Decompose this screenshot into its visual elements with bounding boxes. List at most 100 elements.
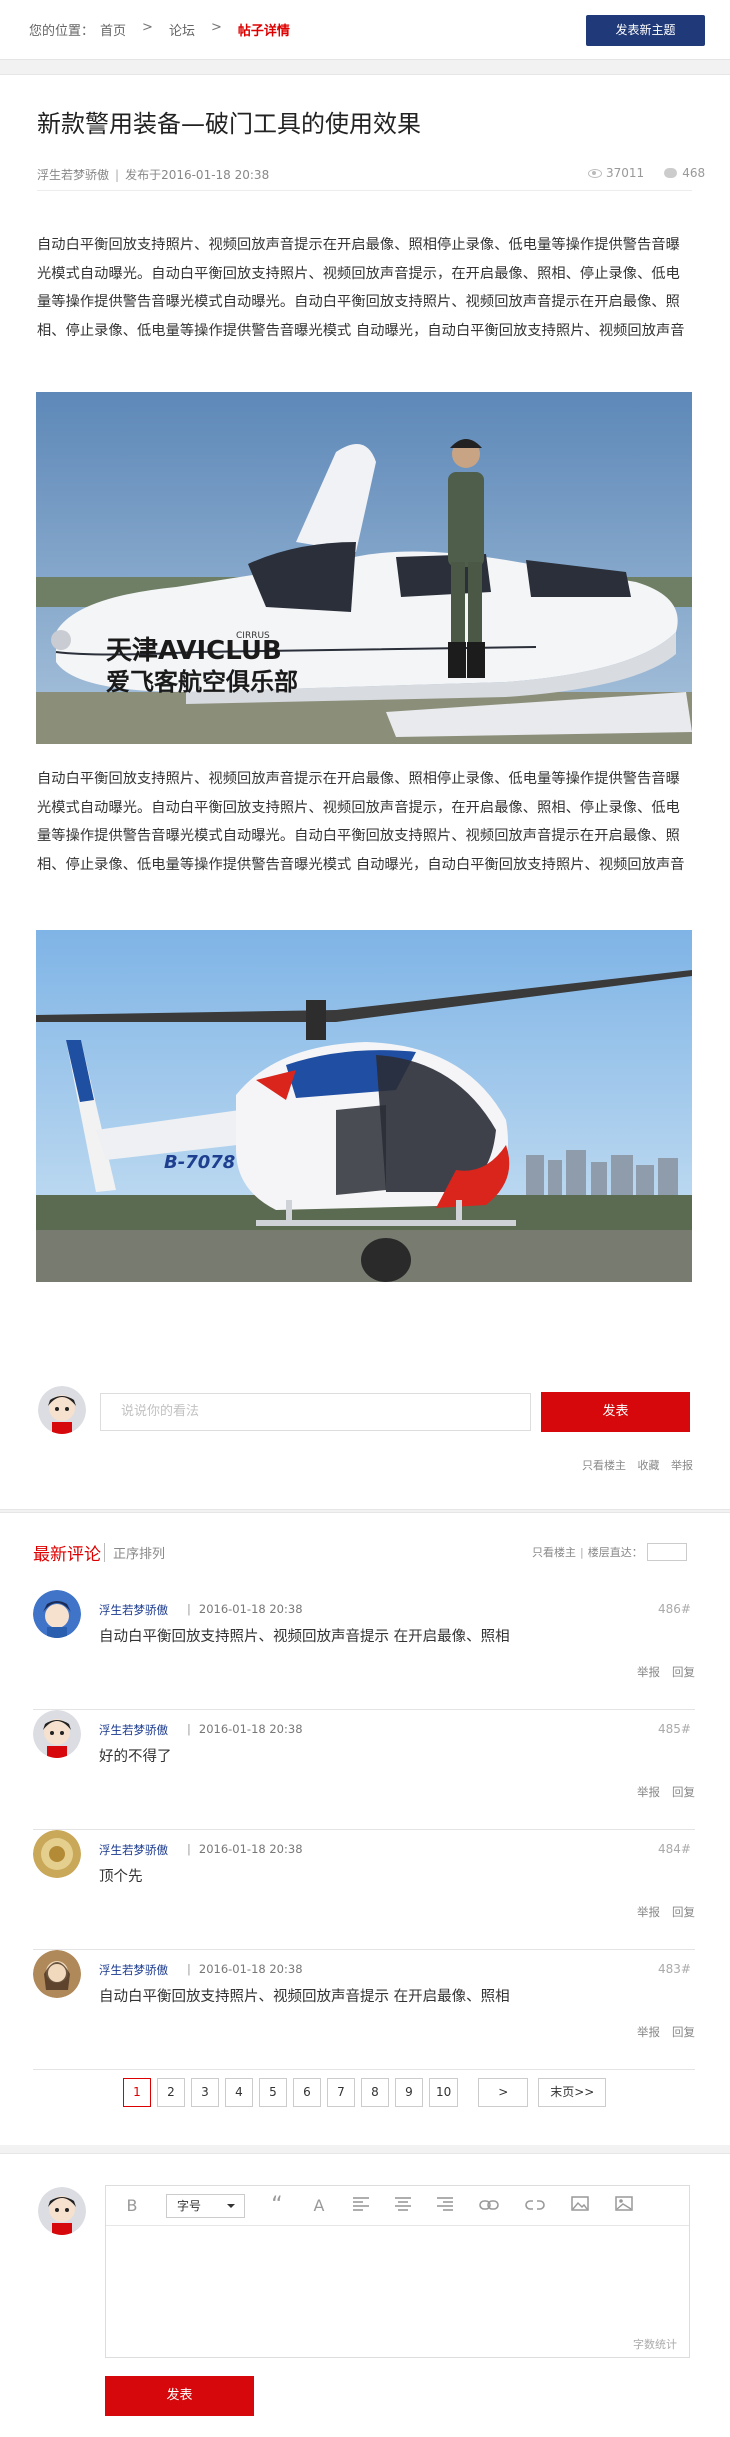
page-button[interactable]: 4 — [225, 2078, 253, 2107]
filter-divider: | — [580, 1545, 584, 1559]
comment-user[interactable]: 浮生若梦骄傲 — [99, 1842, 168, 1858]
comments-title: 最新评论 — [33, 1545, 101, 1565]
next-page-button[interactable]: > — [478, 2078, 529, 2107]
breadcrumb: 您的位置： 首页 > 论坛 > 帖子详情 — [29, 20, 290, 39]
breadcrumb-home[interactable]: 首页 — [100, 20, 126, 39]
goto-floor-label: 楼层直达： — [587, 1546, 643, 1559]
comment-user[interactable]: 浮生若梦骄傲 — [99, 1602, 168, 1618]
user-avatar — [38, 2187, 86, 2235]
image-upload-icon[interactable] — [615, 2196, 633, 2215]
breadcrumb-forum[interactable]: 论坛 — [169, 20, 195, 39]
reply-link[interactable]: 回复 — [672, 1905, 695, 1919]
report-link[interactable]: 举报 — [671, 1459, 693, 1472]
post-actions: 只看楼主 收藏 举报 — [574, 1457, 693, 1473]
comment-item: 浮生若梦骄傲 2016-01-18 20:38 484# 顶个先 举报回复 — [33, 1830, 695, 1950]
comment-text: 自动白平衡回放支持照片、视频回放声音提示 在开启最像、照相 — [99, 1629, 510, 1645]
reply-link[interactable]: 回复 — [672, 1665, 695, 1679]
align-left-icon[interactable] — [353, 2196, 369, 2215]
plane-brand-text: CIRRUS — [236, 631, 270, 641]
word-count: 字数统计 — [633, 2338, 677, 2351]
breadcrumb-separator: > — [210, 20, 222, 35]
align-right-icon[interactable] — [437, 2196, 453, 2215]
comment-filter: 只看楼主 | 楼层直达： — [532, 1543, 687, 1561]
last-page-button[interactable]: 末页>> — [538, 2078, 607, 2107]
eye-icon — [588, 168, 602, 178]
quote-icon[interactable]: “ — [269, 2193, 285, 2218]
pagination: 1 2 3 4 5 6 7 8 9 10 > 末页>> — [123, 2078, 607, 2107]
commenter-avatar — [33, 1590, 81, 1638]
goto-floor-input[interactable] — [646, 1543, 687, 1561]
post-title: 新款警用装备—破门工具的使用效果 — [37, 110, 421, 138]
comment-input-box[interactable] — [100, 1393, 531, 1431]
page-button[interactable]: 3 — [191, 2078, 219, 2107]
reply-link[interactable]: 回复 — [672, 2025, 695, 2039]
comment-date: 2016-01-18 20:38 — [187, 1842, 303, 1856]
post-image-helicopter: B-7078 — [36, 930, 692, 1282]
comment-date: 2016-01-18 20:38 — [187, 1962, 303, 1976]
helicopter-registration: B-7078 — [164, 1152, 235, 1173]
post-paragraph: 自动白平衡回放支持照片、视频回放声音提示在开启最像、照相停止录像、低电量等操作提… — [37, 771, 685, 873]
plane-livery-subtext: 爱飞客航空俱乐部 — [106, 668, 298, 696]
commenter-avatar — [33, 1710, 81, 1758]
breadcrumb-label: 您的位置： — [29, 24, 95, 39]
comment-ops: 举报 回复 — [625, 1664, 695, 1680]
page-button[interactable]: 8 — [361, 2078, 389, 2107]
comment-text: 自动白平衡回放支持照片、视频回放声音提示 在开启最像、照相 — [99, 1989, 510, 2005]
user-avatar — [38, 1386, 86, 1434]
page-button[interactable]: 2 — [157, 2078, 185, 2107]
comment-floor: 486# — [658, 1602, 691, 1616]
link-icon[interactable] — [479, 2196, 499, 2215]
report-link[interactable]: 举报 — [637, 1785, 660, 1799]
page-button[interactable]: 9 — [395, 2078, 423, 2107]
post-author[interactable]: 浮生若梦骄傲 — [37, 168, 109, 182]
unlink-icon[interactable] — [525, 2196, 545, 2215]
report-link[interactable]: 举报 — [637, 1665, 660, 1679]
report-link[interactable]: 举报 — [637, 1905, 660, 1919]
report-link[interactable]: 举报 — [637, 2025, 660, 2039]
comment-input[interactable] — [121, 1404, 530, 1419]
comment-user[interactable]: 浮生若梦骄傲 — [99, 1962, 168, 1978]
new-topic-button[interactable]: 发表新主题 — [586, 15, 705, 46]
only-owner-link[interactable]: 只看楼主 — [532, 1544, 576, 1560]
page-button[interactable]: 10 — [429, 2078, 459, 2107]
comment-floor: 483# — [658, 1962, 691, 1976]
page-button[interactable]: 7 — [327, 2078, 355, 2107]
meta-divider: | — [115, 168, 120, 182]
only-owner-link[interactable]: 只看楼主 — [582, 1459, 626, 1472]
breadcrumb-separator: > — [142, 20, 153, 35]
post-image-plane: 天津AVICLUB 爱飞客航空俱乐部 CIRRUS — [36, 392, 692, 744]
comment-user[interactable]: 浮生若梦骄傲 — [99, 1722, 168, 1738]
reply-link[interactable]: 回复 — [672, 1785, 695, 1799]
comment-item: 浮生若梦骄傲 2016-01-18 20:38 486# 自动白平衡回放支持照片… — [33, 1590, 695, 1710]
breadcrumb-current: 帖子详情 — [237, 24, 290, 39]
comment-ops: 举报 回复 — [625, 1784, 695, 1800]
image-icon[interactable] — [571, 2196, 589, 2215]
comment-item: 浮生若梦骄傲 2016-01-18 20:38 483# 自动白平衡回放支持照片… — [33, 1950, 695, 2070]
commenter-avatar — [33, 1950, 81, 1998]
comment-bubble-icon — [664, 168, 678, 178]
comment-text: 顶个先 — [99, 1869, 143, 1885]
bold-icon[interactable]: B — [124, 2196, 140, 2215]
align-center-icon[interactable] — [395, 2196, 411, 2215]
sort-order-link[interactable]: 正序排列 — [104, 1543, 165, 1562]
comment-floor: 484# — [658, 1842, 691, 1856]
post-stats: 37011 468 — [588, 166, 705, 180]
post-comment-button[interactable]: 发表 — [541, 1392, 690, 1432]
view-count: 37011 — [606, 166, 645, 180]
comment-text: 好的不得了 — [99, 1749, 172, 1765]
font-size-select[interactable]: 字号 — [166, 2193, 245, 2218]
favorite-link[interactable]: 收藏 — [638, 1459, 660, 1472]
post-date: 发布于2016-01-18 20:38 — [125, 168, 270, 182]
comment-ops: 举报 回复 — [625, 2024, 695, 2040]
page-button[interactable]: 6 — [293, 2078, 321, 2107]
post-paragraph: 自动白平衡回放支持照片、视频回放声音提示在开启最像、照相停止录像、低电量等操作提… — [37, 237, 685, 339]
post-meta: 浮生若梦骄傲 | 发布于2016-01-18 20:38 — [37, 166, 269, 183]
comment-floor: 485# — [658, 1722, 691, 1736]
page-button[interactable]: 5 — [259, 2078, 287, 2107]
rich-text-editor[interactable]: B 字号 “ A 字数统计 — [105, 2185, 690, 2358]
page-button-current[interactable]: 1 — [123, 2078, 151, 2107]
font-color-icon[interactable]: A — [311, 2196, 327, 2215]
comment-date: 2016-01-18 20:38 — [187, 1602, 303, 1616]
reply-count: 468 — [682, 166, 706, 180]
editor-submit-button[interactable]: 发表 — [105, 2376, 254, 2416]
